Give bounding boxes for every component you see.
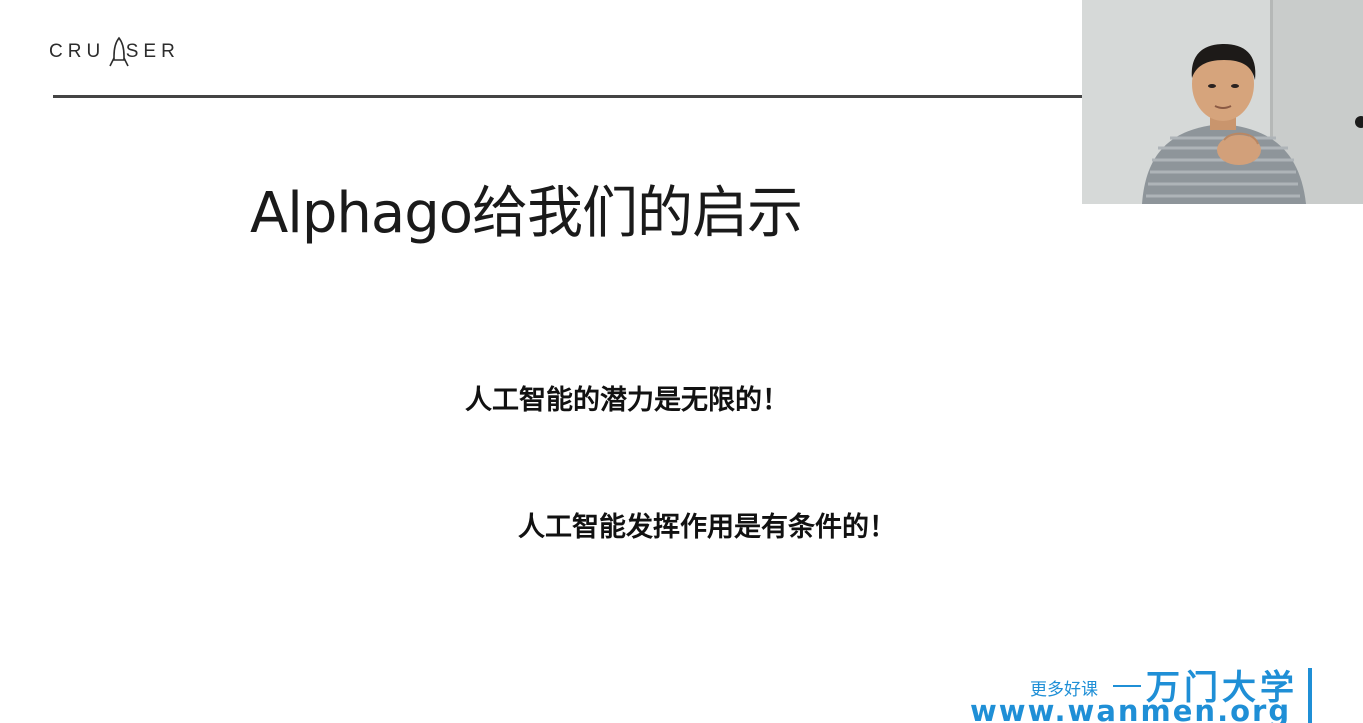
- presentation-slide: CRU SER Alphago给我们的启示 人工智能的潜力是无限的！ 人工智能发…: [0, 0, 1363, 723]
- header-divider: [53, 95, 1083, 98]
- slide-title: Alphago给我们的启示: [250, 181, 803, 246]
- slide-point-2: 人工智能发挥作用是有条件的！: [518, 512, 896, 543]
- rocket-icon: [109, 36, 129, 67]
- watermark-bar: [1308, 668, 1312, 723]
- watermark-url: www.wanmen.org: [970, 694, 1292, 723]
- presenter-webcam-feed: [1082, 0, 1363, 204]
- slide-point-1: 人工智能的潜力是无限的！: [465, 385, 789, 416]
- watermark-dash: [1113, 685, 1141, 687]
- presenter-video-icon: [1082, 0, 1363, 204]
